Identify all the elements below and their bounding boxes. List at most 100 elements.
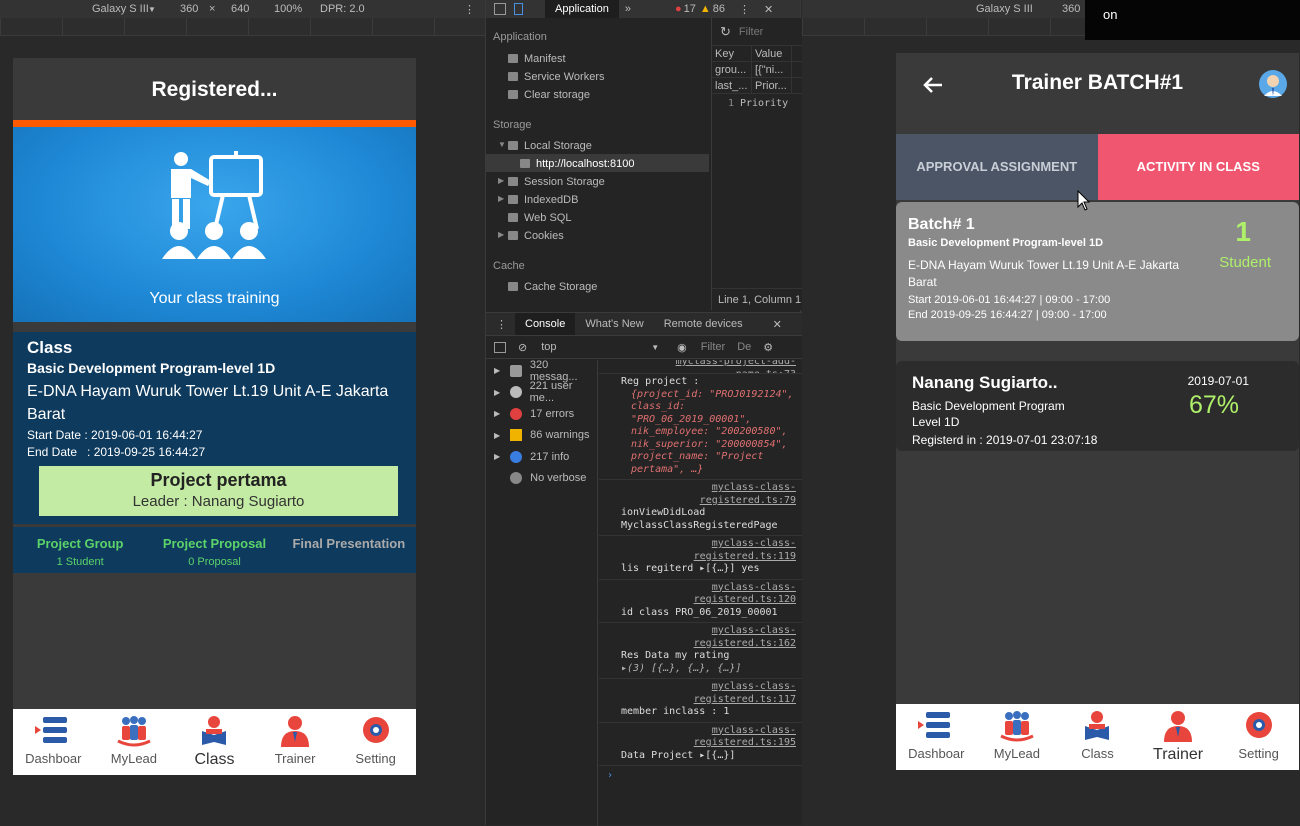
collapsed-arrow-icon: ▶ bbox=[494, 452, 501, 462]
height-field[interactable]: 640 bbox=[231, 3, 249, 15]
bottom-tab-bar: Dashboar MyLead Class Trainer Setting bbox=[896, 704, 1299, 770]
source-link[interactable]: myclass-class-registered.ts:117 bbox=[621, 681, 796, 706]
close-icon[interactable]: ✕ bbox=[764, 3, 773, 16]
tab-class[interactable]: Class bbox=[1057, 704, 1138, 770]
console-prompt[interactable]: › bbox=[599, 766, 802, 785]
tab-mylead[interactable]: MyLead bbox=[94, 709, 175, 775]
expanded-arrow-icon[interactable]: ▼ bbox=[498, 140, 506, 149]
sidebar-item-info[interactable]: ▶ 217 info bbox=[486, 446, 597, 468]
source-link[interactable]: myclass-class-registered.ts:195 bbox=[621, 725, 796, 750]
sidebar-item-label: 217 info bbox=[530, 450, 570, 463]
batch-title: Batch# 1 bbox=[908, 216, 975, 233]
sidebar-item-cookies[interactable]: ▶ Cookies bbox=[486, 226, 709, 244]
sidebar-item-manifest[interactable]: Manifest bbox=[486, 49, 709, 67]
log-object[interactable]: {project_id: "PROJ0192124", class_id: "P… bbox=[621, 389, 796, 477]
sidebar-item-verbose[interactable]: ▶No verbose bbox=[486, 468, 597, 490]
close-icon[interactable]: ✕ bbox=[773, 318, 782, 331]
more-icon[interactable]: ⋮ bbox=[739, 3, 750, 16]
tab-trainer[interactable]: Trainer bbox=[255, 709, 336, 775]
sidebar-toggle-icon[interactable] bbox=[494, 341, 506, 353]
times-label: × bbox=[209, 3, 216, 15]
warning-icon[interactable]: ▲ bbox=[700, 3, 711, 15]
application-sidebar: Application Manifest Service Workers Cle… bbox=[486, 18, 709, 310]
device-select[interactable]: Galaxy S III bbox=[976, 3, 1033, 15]
source-link[interactable]: myclass-class-registered.ts:120 bbox=[621, 582, 796, 607]
console-sidebar: ▶ 320 messag... ▶ 221 user me... ▶ 17 error… bbox=[486, 359, 598, 826]
devtools-toolbar: Application » ● 17 ▲ 86 ⋮ ✕ bbox=[486, 0, 800, 18]
sidebar-item-errors[interactable]: ▶ 17 errors bbox=[486, 403, 597, 425]
stat-project-group[interactable]: Project Group 1 Student bbox=[13, 527, 147, 573]
cookie-icon bbox=[508, 231, 518, 240]
tab-dashboard[interactable]: Dashboar bbox=[13, 709, 94, 775]
refresh-icon[interactable]: ↻ bbox=[720, 24, 731, 40]
stat-final-presentation[interactable]: Final Presentation bbox=[282, 527, 416, 573]
drawer-tabs: ⋮ Console What's New Remote devices ✕ bbox=[486, 313, 802, 335]
tab-class[interactable]: Class bbox=[174, 709, 255, 775]
log-object[interactable]: ▸(3) [{…}, {…}, {…}] bbox=[621, 663, 796, 676]
sidebar-item-warnings[interactable]: ▶ 86 warnings bbox=[486, 425, 597, 447]
device-mode-icon[interactable] bbox=[514, 3, 523, 15]
more-icon[interactable]: ⋮ bbox=[464, 3, 475, 16]
tab-application[interactable]: Application bbox=[545, 0, 619, 18]
drawer-menu-icon[interactable]: ⋮ bbox=[496, 318, 507, 331]
tab-console[interactable]: Console bbox=[515, 313, 576, 335]
source-link[interactable]: myclass-class-registered.ts:162 bbox=[621, 625, 796, 650]
collapsed-arrow-icon[interactable]: ▶ bbox=[498, 194, 504, 203]
sidebar-item-clear-storage[interactable]: Clear storage bbox=[486, 85, 709, 103]
console-filter-input[interactable]: Filter bbox=[701, 341, 725, 353]
levels-select[interactable]: De bbox=[737, 341, 751, 353]
tab-remote-devices[interactable]: Remote devices bbox=[654, 315, 753, 333]
sidebar-item-session-storage[interactable]: ▶ Session Storage bbox=[486, 172, 709, 190]
tab-dashboard[interactable]: Dashboar bbox=[896, 704, 977, 770]
hero-banner: Your class training bbox=[13, 127, 416, 322]
sidebar-item-local-storage[interactable]: ▼ Local Storage bbox=[486, 136, 709, 154]
gear-icon[interactable]: ⚙ bbox=[763, 341, 773, 354]
sidebar-item-web-sql[interactable]: Web SQL bbox=[486, 208, 709, 226]
tab-mylead[interactable]: MyLead bbox=[977, 704, 1058, 770]
dpr-select[interactable]: DPR: 2.0 bbox=[320, 3, 365, 15]
sidebar-item-localhost[interactable]: http://localhost:8100 bbox=[486, 154, 709, 172]
stat-project-proposal[interactable]: Project Proposal 0 Proposal bbox=[147, 527, 281, 573]
source-link[interactable]: myclass-class-registered.ts:119 bbox=[621, 538, 796, 563]
clear-console-icon[interactable]: ⊘ bbox=[518, 341, 527, 354]
training-icon bbox=[162, 151, 266, 259]
source-link[interactable]: myclass-class-registered.ts:79 bbox=[621, 482, 796, 507]
sidebar-item-service-workers[interactable]: Service Workers bbox=[486, 67, 709, 85]
source-link[interactable]: myclass-project-add-name.ts:73 bbox=[621, 360, 796, 373]
sidebar-item-user-messages[interactable]: ▶ 221 user me... bbox=[486, 380, 597, 404]
chevron-down-icon: ▼ bbox=[651, 342, 660, 352]
sidebar-item-label: Session Storage bbox=[524, 176, 605, 188]
collapsed-arrow-icon[interactable]: ▶ bbox=[498, 230, 504, 239]
table-row[interactable]: last_... Prior... bbox=[712, 78, 802, 94]
device-select[interactable]: Galaxy S III bbox=[92, 3, 149, 15]
eye-icon[interactable]: ◉ bbox=[677, 341, 687, 354]
sidebar-item-messages[interactable]: ▶ 320 messag... bbox=[486, 359, 597, 383]
log-text: lis regiterd ▸[{…}] yes bbox=[621, 563, 760, 574]
tab-whats-new[interactable]: What's New bbox=[575, 315, 653, 333]
tab-setting[interactable]: Setting bbox=[1218, 704, 1299, 770]
student-card[interactable]: Nanang Sugiarto.. Basic Development Prog… bbox=[896, 361, 1299, 451]
context-select[interactable]: top bbox=[541, 341, 651, 353]
filter-input[interactable]: Filter bbox=[739, 26, 763, 38]
tab-activity-in-class[interactable]: ACTIVITY IN CLASS bbox=[1097, 134, 1299, 200]
sidebar-item-cache-storage[interactable]: Cache Storage bbox=[486, 277, 709, 295]
width-field[interactable]: 360 bbox=[1062, 3, 1080, 15]
tab-label: Class bbox=[194, 751, 235, 768]
tab-approval-assignment[interactable]: APPROVAL ASSIGNMENT bbox=[896, 134, 1098, 200]
right-phone-screen: Trainer BATCH#1 APPROVAL ASSIGNMENT ACTI… bbox=[896, 53, 1299, 770]
project-card[interactable]: Project pertama Leader : Nanang Sugiarto bbox=[39, 466, 398, 516]
zoom-select[interactable]: 100% bbox=[274, 3, 302, 15]
sidebar-item-label: Local Storage bbox=[524, 140, 592, 152]
more-tabs-icon[interactable]: » bbox=[625, 3, 631, 15]
class-card[interactable]: Class Basic Development Program-level 1D… bbox=[13, 332, 416, 524]
table-row[interactable]: grou... [{"ni... bbox=[712, 62, 802, 78]
avatar[interactable] bbox=[1259, 70, 1287, 98]
error-icon[interactable]: ● bbox=[675, 3, 682, 15]
width-field[interactable]: 360 bbox=[180, 3, 198, 15]
batch-card[interactable]: Batch# 1 Basic Development Program-level… bbox=[896, 202, 1299, 341]
tab-setting[interactable]: Setting bbox=[335, 709, 416, 775]
sidebar-item-indexeddb[interactable]: ▶ IndexedDB bbox=[486, 190, 709, 208]
tab-trainer[interactable]: Trainer bbox=[1138, 704, 1219, 770]
inspect-icon[interactable] bbox=[494, 3, 506, 15]
collapsed-arrow-icon[interactable]: ▶ bbox=[498, 176, 504, 185]
